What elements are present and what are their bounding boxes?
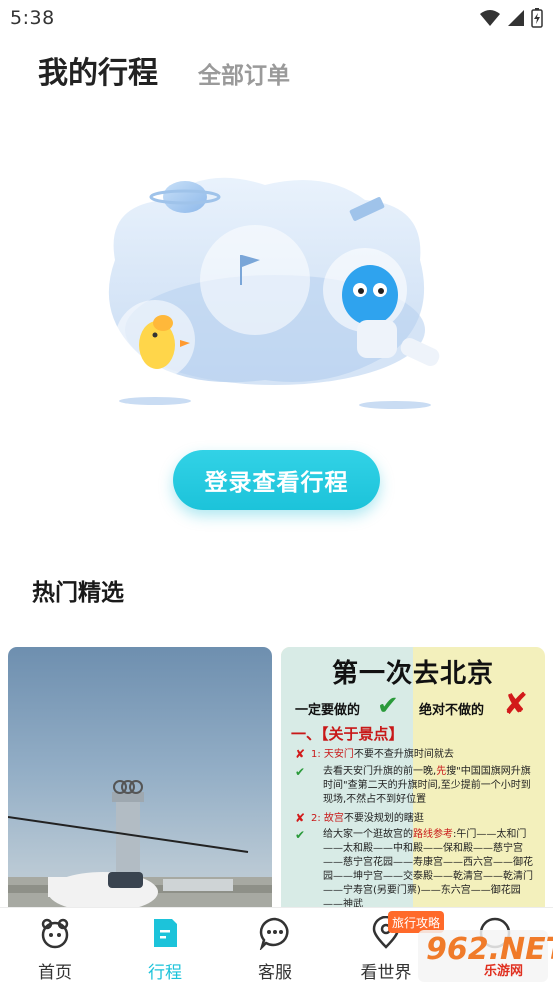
check-icon: ✔: [295, 828, 306, 842]
guide-must-do: 一定要做的: [295, 703, 361, 718]
guide-item-line: 2: 故宫不要没规划的瞎逛: [311, 812, 537, 826]
check-icon: ✔: [377, 691, 399, 721]
guide-item-text: 不要不查升旗时间就去: [353, 749, 454, 760]
featured-card-beijing-guide[interactable]: 第一次去北京 一定要做的 ✔ 绝对不做的 ✘ 一、【关于景点】 ✘ 1: 天安门…: [281, 647, 545, 922]
guide-title: 第一次去北京: [331, 659, 494, 689]
guide-item-text: 给大家一个逛故宫的: [323, 829, 413, 840]
customer-service-icon: [259, 917, 289, 950]
guide-item-line: 去看天安门升旗的前一晚,先搜"中国国旗网升旗时间"查第二天的升旗时间,至少提前一…: [323, 765, 537, 807]
guide-item-text: :午门——太和门——太和殿——中和殿——保和殿——慈宁宫——慈宁宫花园——寿康宫…: [323, 829, 533, 910]
tab-all-orders[interactable]: 全部订单: [198, 56, 290, 90]
guide-item-highlight: 先: [436, 766, 447, 777]
watermark-logo: 962.NET 乐游网: [418, 930, 553, 982]
signal-icon: [508, 10, 524, 26]
guide-item-highlight: 天安门: [323, 749, 354, 760]
status-icons: [479, 8, 543, 28]
wifi-icon: [480, 10, 500, 26]
tab-my-itinerary[interactable]: 我的行程: [38, 48, 158, 92]
nav-itinerary-label: 行程: [148, 963, 182, 983]
check-icon: ✔: [295, 765, 306, 779]
nav-itinerary[interactable]: 行程: [120, 908, 210, 983]
guide-never-do: 绝对不做的: [419, 703, 485, 718]
empty-state-illustration: [108, 177, 440, 409]
nav-home[interactable]: 首页: [10, 908, 100, 983]
guide-item-line: 1: 天安门不要不查升旗时间就去: [311, 748, 537, 762]
status-time: 5:38: [10, 7, 55, 29]
cross-icon: ✘: [295, 811, 306, 825]
nav-customer-service[interactable]: 客服: [230, 908, 320, 983]
guide-item-line: 给大家一个逛故宫的路线参考:午门——太和门——太和殿——中和殿——保和殿——慈宁…: [323, 828, 537, 912]
helicopter-photo: [8, 780, 272, 922]
guide-item-text: 去看天安门升旗的前一晚,: [323, 766, 437, 777]
guide-item-num: 1:: [311, 749, 321, 760]
featured-card-helicopter[interactable]: [8, 647, 272, 922]
nav-home-label: 首页: [38, 963, 72, 983]
watermark-small: 乐游网: [484, 964, 524, 979]
guide-item-highlight: 路线参考: [413, 829, 453, 840]
status-bar: 5:38: [0, 0, 553, 36]
cross-icon: ✘: [295, 747, 306, 761]
nav-customer-service-label: 客服: [258, 963, 292, 983]
guide-item-text: 不要没规划的瞎逛: [343, 813, 424, 824]
section-title-featured: 热门精选: [32, 580, 124, 606]
itinerary-icon: [154, 919, 177, 947]
login-view-itinerary-button[interactable]: 登录查看行程: [173, 450, 380, 510]
home-icon: [41, 918, 69, 949]
guide-item-num: 2:: [311, 813, 321, 824]
guide-item-highlight: 故宫: [323, 813, 344, 824]
cross-icon: ✘: [503, 687, 529, 722]
battery-icon: [531, 8, 543, 28]
guide-section-title: 一、【关于景点】: [291, 725, 404, 743]
